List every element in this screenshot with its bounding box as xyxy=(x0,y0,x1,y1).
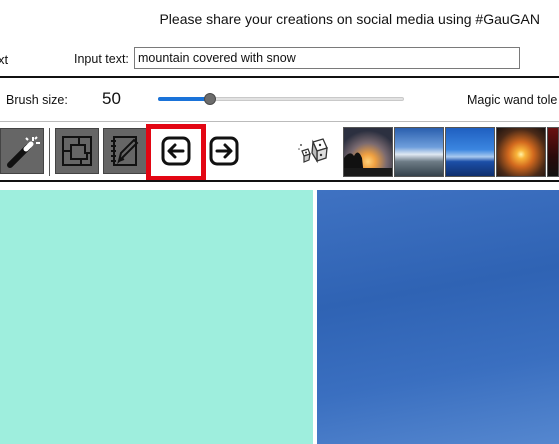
redo-button[interactable] xyxy=(209,136,239,166)
gaugan-banner: Please share your creations on social me… xyxy=(159,11,540,27)
brush-size-slider[interactable] xyxy=(158,93,404,105)
divider xyxy=(0,180,559,182)
sketch-notebook-button[interactable] xyxy=(103,128,147,174)
divider xyxy=(0,76,559,78)
output-image xyxy=(317,190,559,444)
divider xyxy=(0,121,559,122)
sketch-notebook-icon xyxy=(111,136,139,166)
style-thumbnail[interactable] xyxy=(343,127,393,177)
magic-wand-tolerance-label: Magic wand tole xyxy=(467,93,558,107)
random-style-button[interactable] xyxy=(297,136,331,168)
magic-wand-icon xyxy=(7,136,40,168)
style-thumbnail[interactable] xyxy=(547,127,559,177)
undo-button[interactable] xyxy=(161,136,191,166)
input-text-label: Input text: xyxy=(74,52,129,66)
arrow-left-icon xyxy=(161,136,191,166)
magic-wand-button[interactable] xyxy=(0,128,44,174)
style-thumbnail[interactable] xyxy=(496,127,546,177)
style-thumbnail[interactable] xyxy=(394,127,444,177)
style-thumbnails xyxy=(343,127,559,177)
input-text-field[interactable] xyxy=(134,47,520,69)
toolbar xyxy=(0,124,559,181)
segmentation-canvas[interactable] xyxy=(0,190,313,444)
input-text-row: xt Input text: xyxy=(0,46,559,72)
dice-icon xyxy=(298,138,328,164)
cut-off-label: xt xyxy=(0,52,9,67)
arrow-right-icon xyxy=(209,136,239,166)
style-thumbnail[interactable] xyxy=(445,127,495,177)
brush-row: Brush size: 50 Magic wand tole xyxy=(0,86,559,114)
segmentation-map-button[interactable] xyxy=(55,128,99,174)
tree-silhouette-icon xyxy=(344,152,392,176)
slider-thumb[interactable] xyxy=(203,93,216,105)
brush-size-value: 50 xyxy=(102,89,121,108)
segmentation-map-icon xyxy=(62,136,92,166)
toolbar-separator xyxy=(49,128,50,176)
slider-fill xyxy=(158,97,210,101)
brush-size-label: Brush size: xyxy=(6,93,68,107)
